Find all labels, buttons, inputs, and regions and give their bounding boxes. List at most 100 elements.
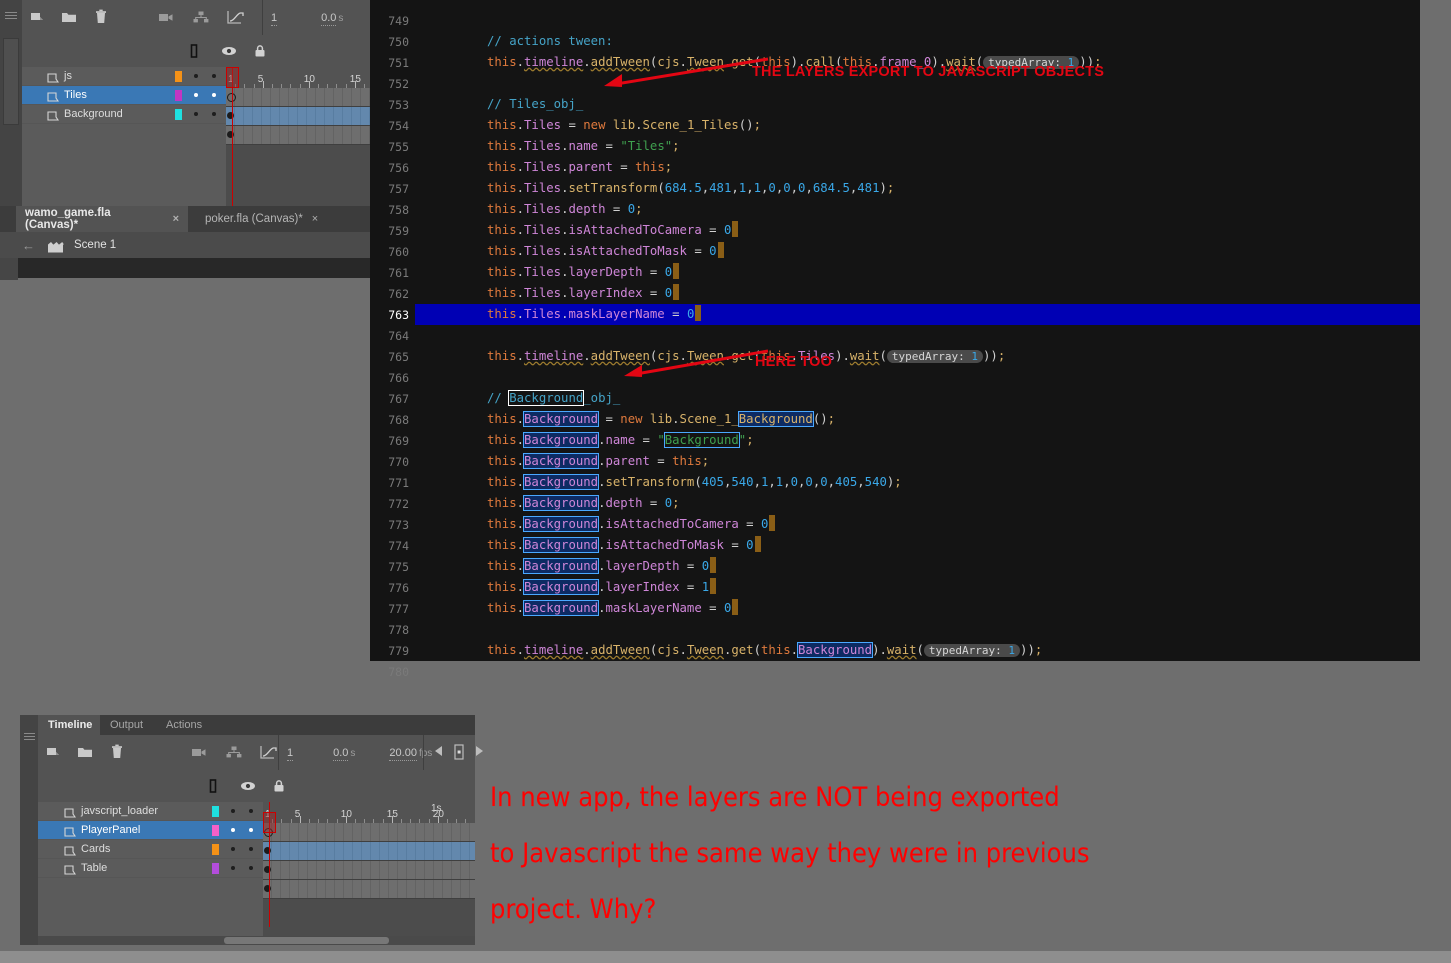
close-icon[interactable]: × — [173, 213, 179, 225]
code-line[interactable]: this.Background.depth = 0; — [415, 493, 1420, 514]
code-line[interactable] — [415, 619, 1420, 640]
frame-row[interactable] — [263, 880, 475, 899]
code-line[interactable]: this.Tiles.depth = 0; — [415, 199, 1420, 220]
bottom-frame-ruler[interactable]: 15101520251s — [263, 802, 475, 823]
layer-color-swatch[interactable] — [212, 863, 219, 874]
layer-row-cards[interactable]: Cards — [38, 840, 263, 859]
layer-color-swatch[interactable] — [212, 844, 219, 855]
code-editor[interactable]: 749 750 751 752 753 754 755 756 757 758 759 760 761 7… — [370, 0, 1420, 679]
camera-icon[interactable] — [157, 8, 175, 26]
new-layer-icon[interactable] — [44, 743, 62, 761]
scene-label[interactable]: Scene 1 — [74, 239, 116, 251]
code-line[interactable]: this.Tiles.isAttachedToCamera = 0 — [415, 220, 1420, 241]
layer-color-swatch[interactable] — [175, 71, 182, 82]
layer-row-background[interactable]: Background — [22, 105, 226, 124]
code-line[interactable]: this.Background.isAttachedToMask = 0 — [415, 535, 1420, 556]
frame-cells[interactable] — [226, 88, 380, 106]
code-line[interactable] — [415, 367, 1420, 388]
layer-lock-toggle[interactable] — [249, 847, 253, 851]
layer-row-tiles[interactable]: Tiles — [22, 86, 226, 105]
code-line[interactable]: this.Background.maskLayerName = 0 — [415, 598, 1420, 619]
horizontal-scrollbar[interactable] — [38, 936, 475, 945]
playhead-handle[interactable] — [226, 67, 239, 88]
new-folder-icon[interactable] — [60, 8, 78, 26]
layer-row-javscript_loader[interactable]: javscript_loader — [38, 802, 263, 821]
frame-cells[interactable] — [226, 126, 380, 144]
code-line[interactable]: // Background_obj_ — [415, 388, 1420, 409]
code-line[interactable] — [415, 661, 1420, 682]
frame-row[interactable] — [226, 88, 380, 107]
panel-grip-icon[interactable] — [5, 12, 17, 21]
layer-visibility-toggle[interactable] — [231, 809, 235, 813]
frame-cells[interactable] — [263, 842, 475, 860]
new-folder-icon[interactable] — [76, 743, 94, 761]
window-bottom-scrollbar[interactable] — [0, 951, 1451, 963]
graph-editor-icon[interactable] — [258, 743, 277, 761]
code-line[interactable]: this.Background.parent = this; — [415, 451, 1420, 472]
code-line[interactable]: this.Tiles.name = "Tiles"; — [415, 136, 1420, 157]
frame-row[interactable] — [226, 107, 380, 126]
frame-row[interactable] — [263, 823, 475, 842]
delete-layer-icon[interactable] — [108, 743, 126, 761]
layer-lock-toggle[interactable] — [249, 809, 253, 813]
new-layer-icon[interactable] — [28, 8, 46, 26]
frame-cells[interactable] — [263, 880, 475, 898]
layer-visibility-toggle[interactable] — [194, 74, 198, 78]
code-line[interactable]: this.Background.isAttachedToCamera = 0 — [415, 514, 1420, 535]
back-arrow-icon[interactable]: ← — [22, 238, 35, 253]
layer-visibility-toggle[interactable] — [194, 93, 198, 97]
top-frames-area[interactable]: 1 5 10 15 — [226, 67, 380, 206]
layer-visibility-toggle[interactable] — [231, 866, 235, 870]
layer-visibility-toggle[interactable] — [194, 112, 198, 116]
bottom-frame-grid[interactable] — [263, 823, 475, 936]
code-line[interactable]: this.Background.layerIndex = 1 — [415, 577, 1420, 598]
top-frame-grid[interactable] — [226, 88, 380, 206]
layer-row-table[interactable]: Table — [38, 859, 263, 878]
current-frame-value[interactable]: 1 — [271, 11, 278, 26]
delete-layer-icon[interactable] — [92, 8, 110, 26]
code-line[interactable]: this.Tiles.layerIndex = 0 — [415, 283, 1420, 304]
frame-cells[interactable] — [263, 861, 475, 879]
current-frame-value[interactable]: 1 — [287, 746, 294, 761]
stop-icon[interactable] — [452, 743, 466, 762]
code-line[interactable]: this.Tiles.layerDepth = 0 — [415, 262, 1420, 283]
layer-row-playerpanel[interactable]: PlayerPanel — [38, 821, 263, 840]
frame-row[interactable] — [263, 842, 475, 861]
code-line[interactable]: this.Tiles.maskLayerName = 0 — [415, 304, 1420, 325]
layer-color-swatch[interactable] — [175, 90, 182, 101]
close-icon[interactable]: × — [312, 213, 318, 225]
scrollbar-thumb[interactable] — [224, 937, 389, 944]
code-line[interactable]: this.Background.layerDepth = 0 — [415, 556, 1420, 577]
previous-frame-icon[interactable] — [432, 744, 446, 762]
doc-tab-wamo-game[interactable]: wamo_game.fla (Canvas)* × — [16, 206, 188, 232]
code-line[interactable]: this.Tiles.setTransform(684.5,481,1,1,0,… — [415, 178, 1420, 199]
layer-visibility-toggle[interactable] — [231, 828, 235, 832]
tab-timeline[interactable]: Timeline — [38, 715, 100, 735]
code-text-area[interactable]: // actions tween: this.timeline.addTween(… — [415, 0, 1420, 661]
layer-visibility-toggle[interactable] — [231, 847, 235, 851]
graph-editor-icon[interactable] — [225, 8, 244, 26]
tab-output[interactable]: Output — [100, 715, 156, 735]
code-line[interactable]: this.Tiles.parent = this; — [415, 157, 1420, 178]
code-line[interactable] — [415, 10, 1420, 31]
elapsed-time-value[interactable]: 0.0 s — [321, 11, 343, 26]
doc-tab-poker[interactable]: poker.fla (Canvas)* × — [196, 206, 331, 232]
layer-parenting-icon[interactable] — [191, 8, 209, 26]
bottom-frames-area[interactable]: 15101520251s — [263, 802, 475, 936]
elapsed-time-value[interactable]: 0.0 s — [333, 746, 355, 761]
code-line[interactable]: this.Tiles = new lib.Scene_1_Tiles(); — [415, 115, 1420, 136]
frame-cells[interactable] — [263, 823, 475, 841]
collapsed-tab-strip[interactable] — [3, 38, 19, 125]
code-line[interactable]: this.timeline.addTween(cjs.Tween.get(thi… — [415, 640, 1420, 661]
code-line[interactable]: this.Background.name = "Background"; — [415, 430, 1420, 451]
layer-lock-toggle[interactable] — [212, 93, 216, 97]
lock-icon[interactable] — [272, 779, 290, 797]
outline-icon[interactable] — [189, 44, 207, 62]
layer-lock-toggle[interactable] — [212, 112, 216, 116]
layer-color-swatch[interactable] — [212, 806, 219, 817]
layer-lock-toggle[interactable] — [249, 866, 253, 870]
code-line[interactable]: this.Background = new lib.Scene_1_Backgr… — [415, 409, 1420, 430]
frame-row[interactable] — [226, 126, 380, 145]
panel-grip-icon[interactable] — [24, 733, 35, 742]
frame-cells[interactable] — [226, 107, 380, 125]
